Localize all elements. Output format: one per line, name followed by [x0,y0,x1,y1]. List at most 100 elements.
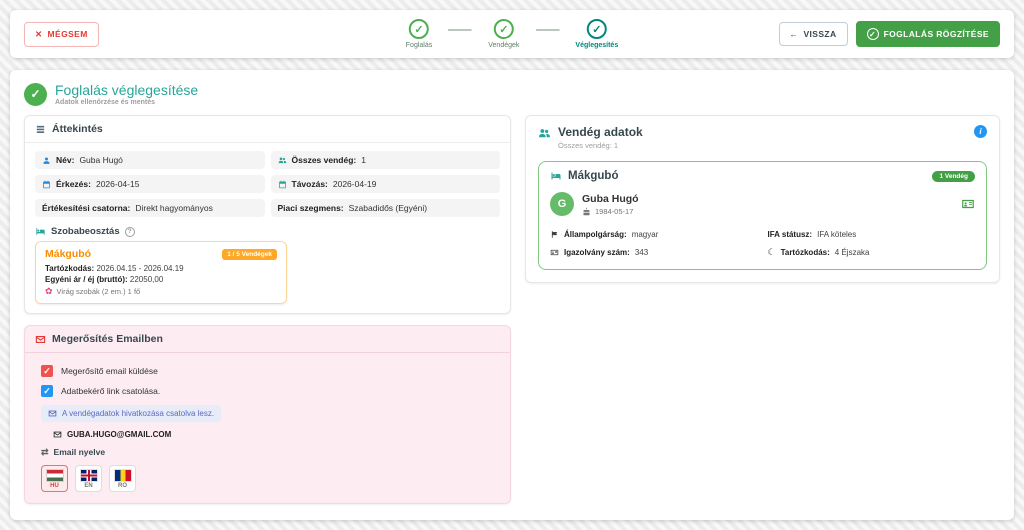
guest-count-badge: 1 Vendég [932,171,975,182]
guest-data-subtitle: Összes vendég: 1 [558,141,643,150]
romania-flag-icon [115,470,131,481]
attach-link-checkbox[interactable]: ✓ [41,385,53,397]
guest-birthdate: 1984-05-17 [582,207,639,216]
people-icon [278,156,287,165]
flag-icon [550,230,559,239]
attach-link-row: ✓ Adatbekérő link csatolása. [41,385,494,397]
guest-data-card: Vendég adatok Összes vendég: 1 i Mákgubó… [525,115,1000,283]
bed-icon [550,170,562,182]
email-language-options: HU EN RO [41,465,494,492]
back-label: VISSZA [803,29,836,39]
email-card-header: Megerősítés Emailben [25,326,510,353]
mail-icon [48,409,57,418]
guest-row: G Guba Hugó 1984-05-17 [550,192,975,216]
back-button[interactable]: ← VISSZA [779,22,848,46]
language-option-en[interactable]: EN [75,465,102,492]
step-finalize[interactable]: ✓ Véglegesítés [575,19,618,49]
overview-field-sales-channel: Értékesítési csatorna: Direkt hagyományo… [35,199,265,217]
room-allocation-title: Szobabeosztás [51,226,120,237]
overview-card: Áttekintés Név: Guba Hugó Összes vendég:… [24,115,511,314]
guest-room-card: Mákgubó 1 Vendég G Guba Hugó 1984-05-17 [538,161,987,270]
page-title: Foglalás véglegesítése [55,82,198,98]
uk-flag-icon [81,470,97,481]
mail-icon [53,430,62,439]
attach-link-label[interactable]: Adatbekérő link csatolása. [61,386,160,396]
language-option-ro[interactable]: RO [109,465,136,492]
step-booking[interactable]: ✓ Foglalás [406,19,432,49]
help-icon[interactable]: ? [125,227,135,237]
id-card-icon [550,248,559,257]
arrow-left-icon: ← [790,29,799,39]
guest-data-title: Vendég adatok [558,125,643,139]
calendar-icon [278,180,287,189]
email-card-title: Megerősítés Emailben [52,333,163,345]
overview-field-total-guests: Összes vendég: 1 [271,151,501,169]
guest-document-button[interactable] [961,197,975,211]
send-confirmation-row: ✓ Megerősítő email küldése [41,365,494,377]
guest-data-link-note: A vendégadatok hivatkozása csatolva lesz… [41,405,221,422]
step-check-icon: ✓ [409,19,429,39]
email-confirmation-card: Megerősítés Emailben ✓ Megerősítő email … [24,325,511,504]
overview-title: Áttekintés [52,123,103,135]
email-language-label-row: ⇄ Email nyelve [41,447,494,457]
recipient-email: GUBA.HUGO@GMAIL.COM [41,430,494,439]
overview-grid: Név: Guba Hugó Összes vendég: 1 Érkezés:… [25,143,510,223]
guest-field-ifa-status: IFA státusz: IFA köteles [768,230,976,239]
list-icon [35,124,46,135]
save-booking-button[interactable]: ✓ FOGLALÁS RÖGZÍTÉSE [856,21,1000,47]
overview-field-arrival: Érkezés: 2026-04-15 [35,175,265,193]
top-toolbar: ✕ MÉGSEM ✓ Foglalás ✓ Vendégek ✓ Véglege… [10,10,1014,58]
save-booking-label: FOGLALÁS RÖGZÍTÉSE [884,29,989,39]
guest-field-stay-nights: ☾ Tartózkodás: 4 Éjszaka [768,248,976,257]
room-name: Mákgubó [45,248,91,260]
check-circle-icon: ✓ [867,28,879,40]
check-circle-icon: ✓ [24,83,47,106]
send-confirmation-checkbox[interactable]: ✓ [41,365,53,377]
overview-card-header: Áttekintés [25,116,510,143]
bed-icon [35,226,46,237]
room-stay: Tartózkodás: 2026.04.15 - 2026.04.19 [45,264,277,273]
overview-field-departure: Távozás: 2026-04-19 [271,175,501,193]
step-check-icon: ✓ [494,19,514,39]
page-header: ✓ Foglalás véglegesítése Adatok ellenőrz… [24,82,1000,106]
email-language-label: Email nyelve [54,447,106,457]
step-connector [448,29,472,31]
room-allocation-header: Szobabeosztás ? [25,223,510,241]
page-subtitle: Adatok ellenőrzése és mentés [55,99,198,106]
cancel-label: MÉGSEM [48,29,88,39]
moon-icon: ☾ [768,248,776,257]
close-icon: ✕ [35,29,43,40]
cake-icon [582,207,591,216]
room-occupancy-badge: 1 / 5 Vendégek [222,249,277,260]
hungary-flag-icon [47,470,63,481]
step-connector [535,29,559,31]
person-icon [42,156,51,165]
cancel-button[interactable]: ✕ MÉGSEM [24,22,99,47]
step-check-icon: ✓ [587,19,607,39]
step-label: Véglegesítés [575,42,618,49]
translate-icon: ⇄ [41,448,49,457]
guest-field-citizenship: Állampolgárság: magyar [550,230,758,239]
overview-field-market-segment: Piaci szegmens: Szabadidős (Egyéni) [271,199,501,217]
step-guests[interactable]: ✓ Vendégek [488,19,519,49]
flower-icon: ✿ [45,287,53,296]
overview-field-name: Név: Guba Hugó [35,151,265,169]
avatar: G [550,192,574,216]
calendar-icon [42,180,51,189]
guest-field-document-number: Igazolvány szám: 343 [550,248,758,257]
guest-name: Guba Hugó [582,193,639,205]
guest-fields: Állampolgárság: magyar IFA státusz: IFA … [550,230,975,257]
id-card-icon [961,197,975,211]
mail-icon [35,334,46,345]
room-location: ✿ Virág szobák (2 em.) 1 fő [45,287,277,296]
info-icon[interactable]: i [974,125,987,138]
guest-data-header: Vendég adatok Összes vendég: 1 i [538,125,987,150]
room-price: Egyéni ár / éj (bruttó): 22050,00 [45,275,277,284]
room-card: Mákgubó 1 / 5 Vendégek Tartózkodás: 2026… [35,241,287,304]
people-icon [538,127,551,140]
send-confirmation-label[interactable]: Megerősítő email küldése [61,366,158,376]
guest-room-name: Mákgubó [568,170,618,182]
language-option-hu[interactable]: HU [41,465,68,492]
main-panel: ✓ Foglalás véglegesítése Adatok ellenőrz… [10,70,1014,520]
step-label: Foglalás [406,42,432,49]
